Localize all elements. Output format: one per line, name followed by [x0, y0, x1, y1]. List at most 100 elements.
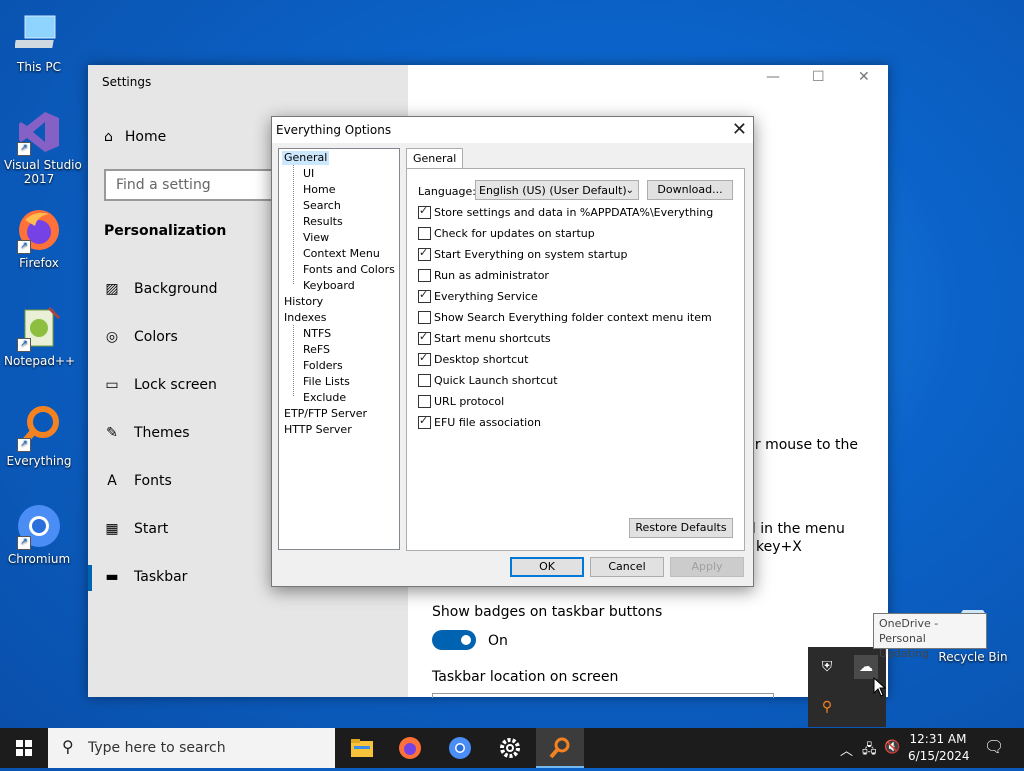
- shortcut-arrow-icon: ↗: [17, 438, 31, 452]
- taskbar-location-dropdown[interactable]: [432, 693, 774, 698]
- download-button[interactable]: Download...: [647, 180, 733, 200]
- tree-item-ui[interactable]: UI: [303, 167, 314, 181]
- network-icon[interactable]: 🖧: [862, 740, 877, 762]
- maximize-button[interactable]: ☐: [812, 69, 825, 85]
- checkbox-box[interactable]: [418, 374, 431, 387]
- desktop-icon-this-pc[interactable]: This PC: [4, 10, 74, 74]
- nav-background[interactable]: ▨ Background: [104, 281, 217, 297]
- option-checkbox[interactable]: Everything Service: [418, 288, 538, 303]
- language-value: English (US) (User Default): [479, 184, 627, 197]
- taskbar-file-explorer[interactable]: [338, 728, 386, 768]
- taskbar-location-label: Taskbar location on screen: [432, 669, 619, 685]
- option-checkbox[interactable]: Store settings and data in %APPDATA%\Eve…: [418, 204, 713, 219]
- security-shield-icon[interactable]: ⛨: [815, 655, 839, 679]
- tree-item-refs[interactable]: ReFS: [303, 343, 330, 357]
- mouse-cursor-icon: [873, 676, 887, 700]
- tree-item-http-server[interactable]: HTTP Server: [284, 423, 352, 437]
- taskbar-chromium[interactable]: [436, 728, 484, 768]
- language-select[interactable]: English (US) (User Default) ⌄: [475, 180, 639, 200]
- tree-item-fonts-colors[interactable]: Fonts and Colors: [303, 263, 395, 277]
- onedrive-cloud-icon[interactable]: ☁: [854, 655, 878, 679]
- tree-item-search[interactable]: Search: [303, 199, 341, 213]
- option-checkbox[interactable]: URL protocol: [418, 395, 504, 408]
- checkbox-box[interactable]: [418, 351, 431, 366]
- tree-item-folders[interactable]: Folders: [303, 359, 343, 373]
- checkbox-box[interactable]: [418, 395, 431, 408]
- close-button[interactable]: ✕: [858, 69, 870, 85]
- desktop-icon-chromium[interactable]: ↗ Chromium: [4, 502, 74, 566]
- desktop-icon-everything[interactable]: ↗ Everything: [4, 404, 74, 468]
- volume-muted-icon[interactable]: 🔇: [884, 740, 900, 755]
- checkbox-box[interactable]: [418, 227, 431, 240]
- checkbox-box[interactable]: [418, 246, 431, 261]
- nav-themes[interactable]: ✎ Themes: [104, 425, 189, 441]
- partial-text-menu: ll in the menu: [748, 521, 845, 537]
- tree-item-ftp-server[interactable]: ETP/FTP Server: [284, 407, 367, 421]
- tree-item-context-menu[interactable]: Context Menu: [303, 247, 380, 261]
- tree-item-results[interactable]: Results: [303, 215, 343, 229]
- picture-icon: ▨: [105, 281, 119, 297]
- dialog-title: Everything Options: [276, 123, 392, 137]
- tree-item-history[interactable]: History: [284, 295, 323, 309]
- option-checkbox[interactable]: Start Everything on system startup: [418, 246, 627, 261]
- apply-button[interactable]: Apply: [670, 557, 744, 577]
- option-checkbox[interactable]: Desktop shortcut: [418, 351, 528, 366]
- tree-item-ntfs[interactable]: NTFS: [303, 327, 331, 341]
- start-button[interactable]: [0, 728, 48, 768]
- restore-defaults-button[interactable]: Restore Defaults: [629, 518, 733, 538]
- everything-tray-icon[interactable]: ⚲: [815, 695, 839, 719]
- taskbar-everything[interactable]: [536, 728, 584, 768]
- tab-general[interactable]: General: [406, 148, 464, 169]
- nav-colors[interactable]: ◎ Colors: [104, 329, 178, 345]
- checkbox-box[interactable]: [418, 311, 431, 324]
- show-hidden-icons-chevron-icon[interactable]: ︿: [840, 740, 853, 759]
- checkbox-box[interactable]: [418, 269, 431, 282]
- nav-selection-indicator: [88, 565, 92, 591]
- nav-fonts[interactable]: A Fonts: [104, 473, 172, 489]
- desktop-icon-label: Firefox: [19, 256, 59, 270]
- shortcut-arrow-icon: ↗: [17, 240, 31, 254]
- dialog-close-button[interactable]: ✕: [732, 119, 747, 140]
- nav-lock-screen[interactable]: ▭ Lock screen: [104, 377, 217, 393]
- tree-item-general[interactable]: General: [282, 151, 330, 165]
- font-icon: A: [107, 473, 117, 489]
- checkbox-box[interactable]: [418, 288, 431, 303]
- taskbar-firefox[interactable]: [386, 728, 434, 768]
- tree-item-indexes[interactable]: Indexes: [284, 311, 326, 325]
- checkbox-box[interactable]: [418, 414, 431, 429]
- tree-item-file-lists[interactable]: File Lists: [303, 375, 350, 389]
- option-checkbox[interactable]: EFU file association: [418, 414, 541, 429]
- clock[interactable]: 12:31 AM 6/15/2024: [908, 731, 970, 765]
- tree-item-exclude[interactable]: Exclude: [303, 391, 346, 405]
- home-link[interactable]: ⌂ Home: [104, 129, 166, 145]
- chromium-icon: ↗: [15, 502, 63, 550]
- home-label: Home: [124, 129, 167, 145]
- nav-taskbar[interactable]: ▬ Taskbar: [104, 569, 187, 585]
- option-checkbox[interactable]: Check for updates on startup: [418, 227, 595, 240]
- ok-button[interactable]: OK: [510, 557, 584, 577]
- checkbox-box[interactable]: [418, 204, 431, 219]
- chevron-down-icon: ⌄: [625, 185, 634, 196]
- option-checkbox[interactable]: Quick Launch shortcut: [418, 374, 558, 387]
- badges-label: Show badges on taskbar buttons: [432, 604, 663, 620]
- badges-toggle[interactable]: [432, 630, 476, 650]
- taskbar-settings[interactable]: [486, 728, 534, 768]
- desktop-icon-firefox[interactable]: ↗ Firefox: [4, 206, 74, 270]
- computer-icon: [14, 10, 63, 58]
- tree-item-home[interactable]: Home: [303, 183, 335, 197]
- desktop-icon-visual-studio[interactable]: ↗ Visual Studio 2017: [4, 108, 82, 186]
- option-checkbox[interactable]: Run as administrator: [418, 269, 549, 282]
- partial-text-keyx: key+X: [756, 539, 802, 555]
- notifications-icon[interactable]: 🗨: [984, 737, 1004, 756]
- option-checkbox[interactable]: Start menu shortcuts: [418, 330, 551, 345]
- minimize-button[interactable]: —: [766, 69, 780, 85]
- tree-item-keyboard[interactable]: Keyboard: [303, 279, 355, 293]
- option-checkbox[interactable]: Show Search Everything folder context me…: [418, 311, 712, 324]
- taskbar-search-box[interactable]: ⚲ Type here to search: [48, 728, 335, 768]
- nav-start[interactable]: ▦ Start: [104, 521, 168, 537]
- cancel-button[interactable]: Cancel: [590, 557, 664, 577]
- tree-item-view[interactable]: View: [303, 231, 329, 245]
- desktop-icon-notepadpp[interactable]: ↗ Notepad++: [4, 304, 75, 368]
- desktop-icon-label: Everything: [6, 454, 72, 468]
- checkbox-box[interactable]: [418, 330, 431, 345]
